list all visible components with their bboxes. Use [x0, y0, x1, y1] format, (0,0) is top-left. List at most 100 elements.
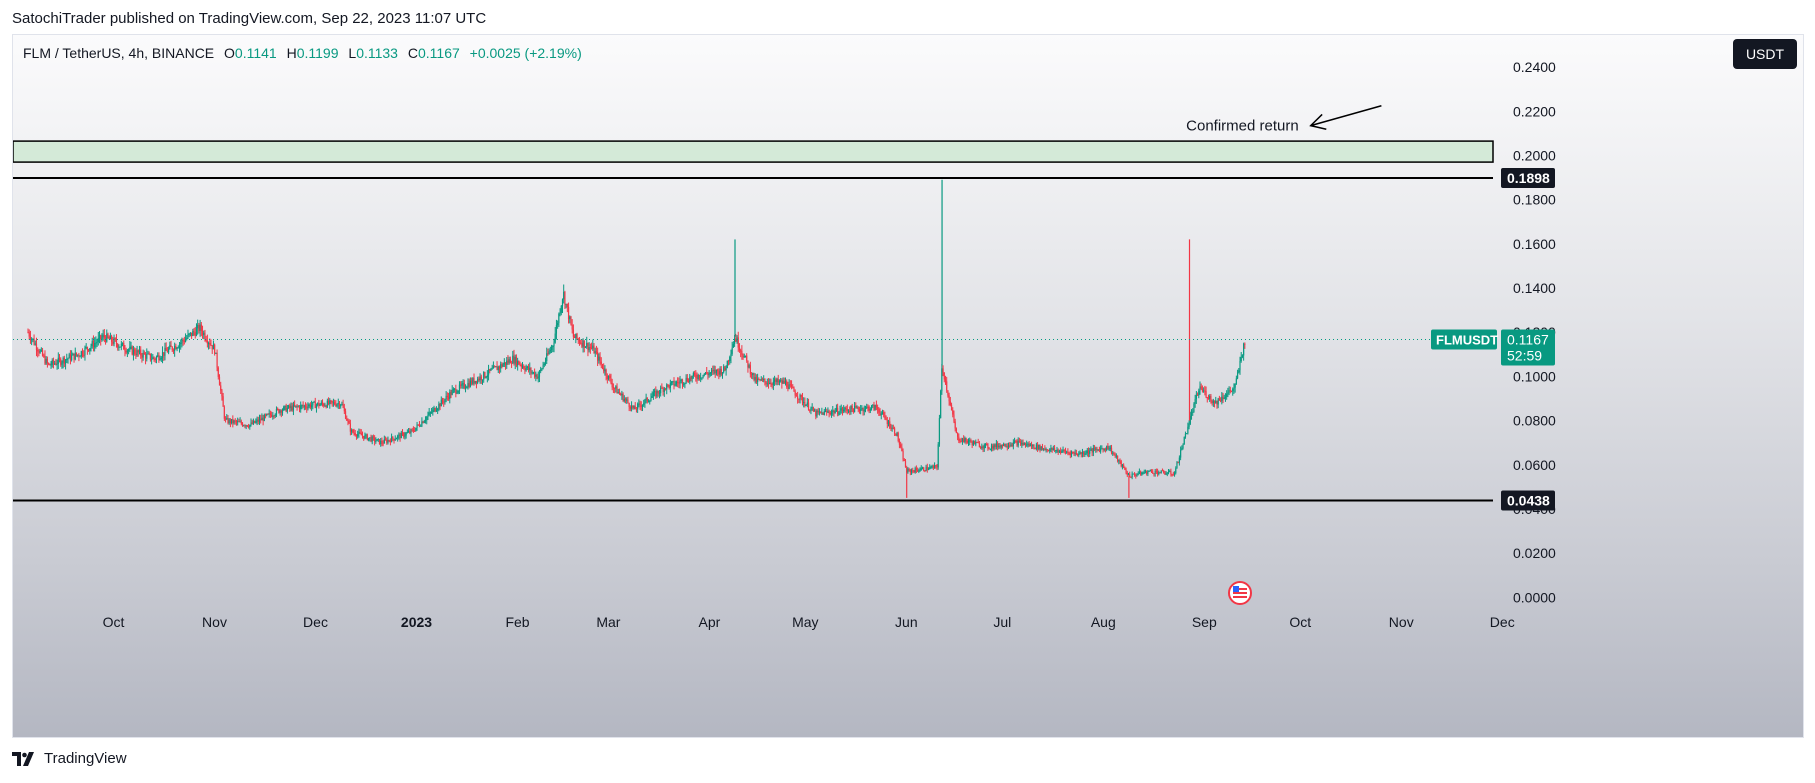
candle: [397, 435, 399, 439]
candle: [367, 437, 370, 440]
candle: [177, 347, 179, 349]
candle: [315, 404, 318, 409]
candle: [832, 410, 834, 413]
candle: [701, 377, 703, 379]
candle: [224, 418, 227, 420]
candle: [914, 468, 916, 473]
candle: [1018, 440, 1021, 442]
currency-unit-button[interactable]: USDT: [1733, 39, 1797, 69]
y-axis-tick-label: 0.1000: [1513, 368, 1556, 384]
candle: [369, 437, 371, 439]
chart-panel[interactable]: 0.24000.22000.20000.18000.16000.14000.12…: [12, 34, 1804, 738]
candle: [987, 444, 989, 449]
candle: [1112, 452, 1114, 454]
candle: [279, 410, 281, 413]
candle: [1070, 452, 1073, 455]
candle: [927, 469, 930, 471]
candle: [463, 383, 465, 388]
candle: [1001, 444, 1004, 447]
candle: [479, 376, 481, 381]
candle: [191, 332, 193, 336]
candle: [1173, 473, 1176, 476]
candle: [494, 366, 496, 368]
candle: [550, 346, 553, 350]
price-chart[interactable]: 0.24000.22000.20000.18000.16000.14000.12…: [13, 35, 1803, 737]
x-axis-tick-label: Jul: [993, 614, 1011, 630]
candle: [746, 355, 748, 361]
candle: [170, 345, 172, 347]
candle: [690, 377, 692, 379]
high-value: 0.1199: [296, 45, 339, 61]
candle: [1004, 443, 1006, 447]
candle: [955, 428, 957, 433]
candle: [415, 427, 417, 432]
candle: [274, 414, 276, 417]
candle: [319, 404, 321, 406]
candle: [610, 377, 612, 383]
candle: [410, 429, 412, 434]
y-axis-tick-label: 0.0600: [1513, 457, 1556, 473]
candle: [78, 354, 80, 357]
candle: [285, 405, 287, 412]
candle: [712, 370, 714, 372]
candle: [1171, 474, 1173, 476]
candle: [456, 392, 458, 394]
candle: [921, 467, 924, 469]
candle: [441, 399, 444, 402]
candle: [1109, 447, 1111, 449]
candle: [995, 443, 997, 448]
candle: [1125, 469, 1127, 473]
candle: [1022, 442, 1024, 445]
candle: [344, 411, 347, 419]
candle: [84, 347, 86, 355]
candle: [43, 355, 45, 357]
candle: [999, 445, 1001, 448]
footer-brand-name: TradingView: [44, 750, 127, 767]
candle: [669, 383, 671, 389]
candle: [438, 403, 440, 409]
candle: [210, 344, 212, 346]
candle: [1221, 396, 1223, 401]
candle: [193, 330, 195, 333]
candle: [395, 438, 398, 440]
candle: [674, 384, 676, 386]
candle: [1161, 470, 1164, 472]
candle: [64, 359, 67, 364]
footer-brand[interactable]: TradingView: [12, 750, 127, 767]
candle: [1149, 470, 1151, 472]
candle: [295, 405, 297, 407]
candle: [664, 388, 667, 390]
candle: [94, 343, 96, 348]
candle: [320, 402, 322, 405]
candle: [452, 389, 455, 391]
candle: [548, 351, 550, 354]
candle: [69, 354, 72, 361]
candle: [666, 384, 668, 390]
candle: [83, 354, 85, 356]
candle: [826, 411, 828, 413]
candle: [721, 372, 724, 375]
candle: [1068, 452, 1070, 454]
candle: [335, 404, 337, 406]
candle: [1144, 470, 1147, 473]
candle: [947, 390, 949, 396]
candle: [918, 470, 920, 472]
candle: [464, 387, 467, 389]
candle: [258, 418, 261, 422]
candle: [355, 435, 358, 437]
candle: [799, 394, 801, 400]
candle: [71, 355, 73, 361]
candle: [324, 405, 326, 407]
candle: [1028, 443, 1030, 447]
candle: [239, 421, 241, 423]
candle: [709, 372, 711, 374]
candle: [1085, 453, 1087, 455]
candle: [374, 437, 376, 442]
candle: [1220, 400, 1222, 402]
candle: [80, 351, 82, 357]
candle: [1148, 470, 1150, 472]
candle: [1087, 450, 1090, 454]
candle: [804, 402, 806, 406]
candle: [1141, 472, 1143, 475]
candle: [478, 378, 480, 381]
